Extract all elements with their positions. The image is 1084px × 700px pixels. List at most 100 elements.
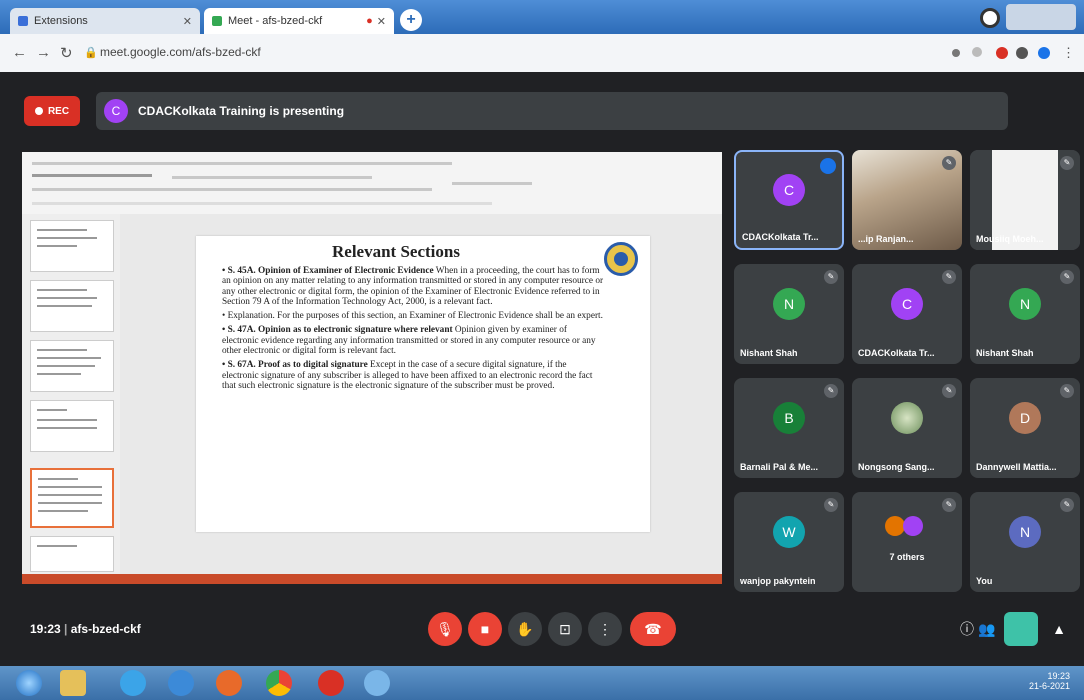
- meeting-code: afs-bzed-ckf: [70, 622, 141, 636]
- slide-thumbnail[interactable]: [30, 536, 114, 572]
- slide: Relevant Sections • S. 45A. Opinion of E…: [196, 236, 650, 532]
- people-icon[interactable]: 👥: [976, 618, 998, 640]
- forward-icon[interactable]: →: [36, 44, 51, 61]
- firefox-icon[interactable]: [216, 670, 242, 696]
- mic-muted-icon: ✎: [1060, 498, 1074, 512]
- tab-label: Meet - afs-bzed-ckf: [228, 15, 323, 27]
- slide-thumbnail[interactable]: [30, 280, 114, 332]
- participant-name: Dannywell Mattia...: [976, 462, 1057, 472]
- chrome-icon[interactable]: [266, 670, 292, 696]
- mic-off-icon[interactable]: 🎙: [428, 612, 462, 646]
- hangup-icon[interactable]: ☎: [630, 612, 676, 646]
- more-icon[interactable]: ⋮: [588, 612, 622, 646]
- mic-muted-icon: ✎: [1060, 156, 1074, 170]
- slide-thumbnail[interactable]: [30, 220, 114, 272]
- recording-badge: REC: [24, 96, 80, 126]
- close-icon[interactable]: ✕: [377, 15, 386, 28]
- extension-icon[interactable]: [996, 47, 1008, 59]
- browser-tab-strip: Extensions ✕ Meet - afs-bzed-ckf ● ✕ +: [0, 0, 1084, 34]
- participant-name: Nishant Shah: [976, 348, 1034, 358]
- presenting-banner: C CDACKolkata Training is presenting: [96, 92, 1008, 130]
- start-icon[interactable]: [16, 670, 42, 696]
- mic-muted-icon: ✎: [942, 498, 956, 512]
- avatar: C: [773, 174, 805, 207]
- avatar: C: [891, 288, 923, 320]
- windows-taskbar: [0, 666, 1084, 700]
- window-controls[interactable]: [1006, 4, 1076, 30]
- present-icon[interactable]: ⊡: [548, 612, 582, 646]
- tab-meet[interactable]: Meet - afs-bzed-ckf ● ✕: [204, 8, 394, 34]
- clock-date: 21-6-2021: [1028, 681, 1070, 691]
- lock-icon: 🔒: [84, 47, 98, 59]
- meeting-time: 19:23: [30, 622, 61, 636]
- slide-thumbnail-selected[interactable]: [30, 468, 114, 528]
- avatar: B: [773, 402, 805, 434]
- avatar: [891, 402, 923, 434]
- participant-tile[interactable]: ✎ 7 others: [852, 492, 962, 592]
- recording-dot-icon: ●: [366, 15, 373, 27]
- system-clock: 19:23 21-6-2021: [1029, 671, 1070, 691]
- puzzle-icon[interactable]: [1016, 47, 1028, 59]
- bullet: • Explanation. For the purposes of this …: [222, 311, 603, 322]
- ie-icon[interactable]: [120, 670, 146, 696]
- activities-icon[interactable]: ▲: [1048, 618, 1070, 640]
- back-icon[interactable]: ←: [12, 44, 27, 61]
- meeting-details[interactable]: 19:23 | afs-bzed-ckf: [30, 622, 141, 636]
- participant-tile[interactable]: W ✎ wanjop pakyntein: [734, 492, 844, 592]
- participant-tile[interactable]: ✎ Mousiiq Moeh...: [970, 150, 1080, 250]
- meet-control-bar: [0, 592, 1084, 666]
- participant-tile[interactable]: ✎ ...ip Ranjan...: [852, 150, 962, 250]
- participant-tile[interactable]: ✎ Nongsong Sang...: [852, 378, 962, 478]
- clock-time: 19:23: [1047, 671, 1070, 681]
- hand-icon[interactable]: ✋: [508, 612, 542, 646]
- app-icon[interactable]: [364, 670, 390, 696]
- participant-tile[interactable]: N ✎ You: [970, 492, 1080, 592]
- participant-tile[interactable]: B ✎ Barnali Pal & Me...: [734, 378, 844, 478]
- participant-tile[interactable]: C CDACKolkata Tr...: [734, 150, 844, 250]
- slide-thumbnail[interactable]: [30, 340, 114, 392]
- menu-icon[interactable]: ⋮: [1062, 45, 1075, 61]
- mic-muted-icon: ✎: [1060, 384, 1074, 398]
- address-bar: ← → ↻ 🔒 meet.google.com/afs-bzed-ckf ⋮: [0, 34, 1084, 73]
- participant-name: Mousiiq Moeh...: [976, 234, 1044, 244]
- media-icon[interactable]: [168, 670, 194, 696]
- participant-name: CDACKolkata Tr...: [742, 232, 819, 242]
- powerpoint-status-bar: [22, 574, 722, 584]
- tab-label: Extensions: [34, 15, 88, 27]
- explorer-icon[interactable]: [60, 670, 86, 696]
- mic-muted-icon: ✎: [942, 156, 956, 170]
- close-icon[interactable]: ✕: [183, 15, 192, 28]
- mic-muted-icon: ✎: [942, 270, 956, 284]
- camera-indicator-icon[interactable]: [952, 49, 960, 57]
- participant-name: 7 others: [889, 552, 925, 562]
- bullet: • S. 47A. Opinion as to electronic signa…: [222, 325, 596, 357]
- star-icon[interactable]: [972, 47, 982, 57]
- avatar[interactable]: [1038, 47, 1050, 59]
- opera-icon[interactable]: [318, 670, 344, 696]
- powerpoint-ribbon: [22, 152, 722, 215]
- avatar: N: [1009, 288, 1041, 320]
- participant-tile[interactable]: N ✎ Nishant Shah: [734, 264, 844, 364]
- camera-off-icon[interactable]: ■: [468, 612, 502, 646]
- reload-icon[interactable]: ↻: [60, 44, 73, 62]
- participant-tile[interactable]: N ✎ Nishant Shah: [970, 264, 1080, 364]
- slide-thumbnails[interactable]: [22, 214, 120, 574]
- meet-icon: [212, 16, 222, 26]
- bullet: • S. 45A. Opinion of Examiner of Electro…: [222, 266, 604, 307]
- avatar: W: [773, 516, 805, 548]
- profile-icon[interactable]: [980, 8, 1000, 28]
- participant-name: You: [976, 576, 993, 586]
- info-icon[interactable]: ⓘ: [956, 618, 978, 640]
- slide-thumbnail[interactable]: [30, 400, 114, 452]
- participant-name: Nishant Shah: [740, 348, 798, 358]
- participant-tile[interactable]: C ✎ CDACKolkata Tr...: [852, 264, 962, 364]
- mic-muted-icon: ✎: [824, 384, 838, 398]
- extensions-icon: [18, 16, 28, 26]
- mic-muted-icon: ✎: [824, 270, 838, 284]
- tab-extensions[interactable]: Extensions ✕: [10, 8, 200, 34]
- participant-tile[interactable]: D ✎ Dannywell Mattia...: [970, 378, 1080, 478]
- avatar: [885, 516, 905, 536]
- chat-icon[interactable]: [1004, 612, 1038, 646]
- new-tab-button[interactable]: +: [400, 9, 422, 31]
- url-field[interactable]: meet.google.com/afs-bzed-ckf: [100, 45, 261, 59]
